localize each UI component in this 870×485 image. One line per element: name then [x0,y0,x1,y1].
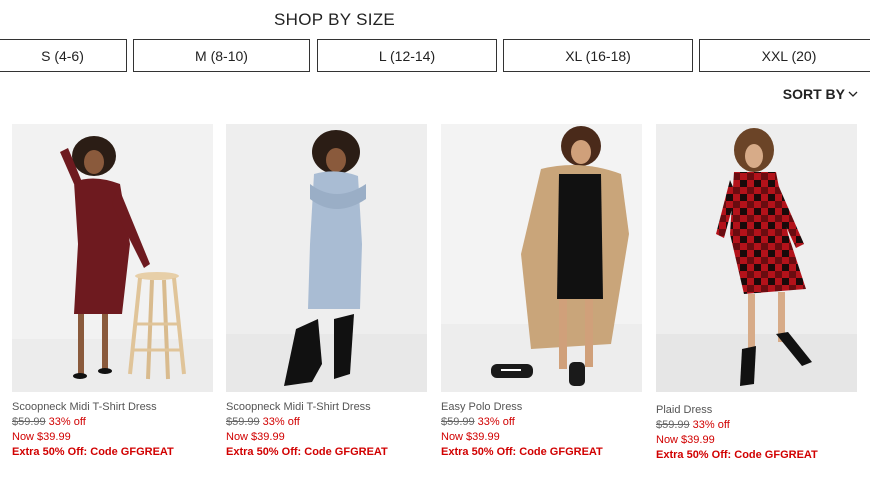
product-name[interactable]: Scoopneck Midi T-Shirt Dress [226,400,427,415]
price-line: $59.99 33% off [656,418,857,433]
discount-percent: 33% off [477,416,515,428]
promo-text: Extra 50% Off: Code GFGREAT [441,446,603,458]
size-button-xl[interactable]: XL (16-18) [503,39,693,72]
original-price: $59.99 [12,416,46,428]
sort-by-label: SORT BY [782,86,845,102]
price-line: $59.99 33% off [12,415,213,430]
discount-percent: 33% off [692,419,730,431]
sale-price: Now $39.99 [441,431,500,443]
size-button-l[interactable]: L (12-14) [317,39,497,72]
price-line: $59.99 33% off [226,415,427,430]
product-image[interactable] [226,124,427,392]
product-image[interactable] [12,124,213,392]
sale-price: Now $39.99 [12,431,71,443]
size-button-s[interactable]: S (4-6) [0,39,127,72]
dress-shape [557,174,603,299]
product-image[interactable] [441,124,642,392]
original-price: $59.99 [441,416,475,428]
product-card[interactable]: Plaid Dress $59.99 33% off Now $39.99 Ext… [656,124,857,463]
product-name[interactable]: Scoopneck Midi T-Shirt Dress [12,400,213,415]
price-line: $59.99 33% off [441,415,642,430]
original-price: $59.99 [226,416,260,428]
sale-price: Now $39.99 [656,434,715,446]
product-name[interactable]: Plaid Dress [656,403,857,418]
discount-percent: 33% off [262,416,300,428]
section-title: SHOP BY SIZE [274,10,396,29]
chevron-down-icon [848,91,858,97]
discount-percent: 33% off [48,416,86,428]
promo-text: Extra 50% Off: Code GFGREAT [226,446,388,458]
product-card[interactable]: Scoopneck Midi T-Shirt Dress $59.99 33% o… [226,124,427,460]
sale-price: Now $39.99 [226,431,285,443]
product-name[interactable]: Easy Polo Dress [441,400,642,415]
product-card[interactable]: Scoopneck Midi T-Shirt Dress $59.99 33% o… [12,124,213,460]
original-price: $59.99 [656,419,690,431]
promo-text: Extra 50% Off: Code GFGREAT [12,446,174,458]
product-card[interactable]: Easy Polo Dress $59.99 33% off Now $39.99… [441,124,642,460]
size-button-xxl[interactable]: XXL (20) [699,39,870,72]
size-button-m[interactable]: M (8-10) [133,39,310,72]
product-image[interactable] [656,124,857,392]
promo-text: Extra 50% Off: Code GFGREAT [656,449,818,461]
sort-by-dropdown[interactable]: SORT BY [783,86,858,102]
